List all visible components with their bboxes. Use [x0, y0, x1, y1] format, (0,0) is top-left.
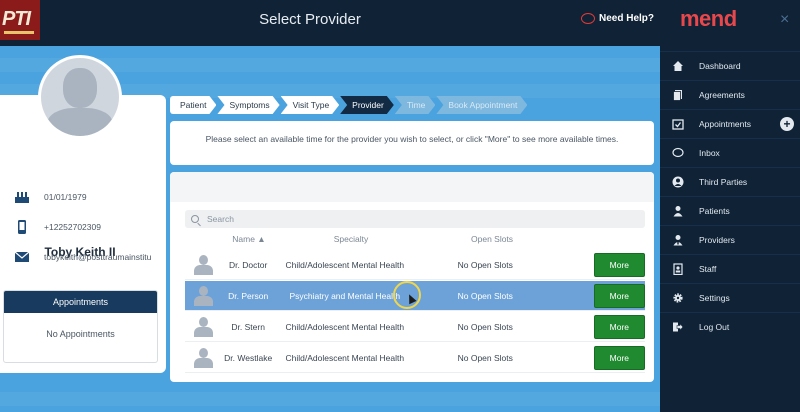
provider-open-slots: No Open Slots [457, 321, 513, 332]
table-row[interactable]: Dr. Westlake Child/Adolescent Mental Hea… [185, 343, 645, 373]
provider-avatar-icon [191, 285, 221, 307]
step-patient[interactable]: Patient [170, 96, 216, 114]
need-help-link[interactable]: Need Help? [581, 13, 654, 24]
nav-item-log-out[interactable]: Log Out [660, 312, 800, 340]
column-header-name[interactable]: Name ▲ [221, 234, 277, 248]
birthdate-row: 01/01/1979 [14, 190, 87, 204]
search-bar[interactable] [185, 210, 645, 228]
provider-open-slots: No Open Slots [457, 259, 513, 270]
table-header-strip [170, 172, 654, 202]
column-header-specialty[interactable]: Specialty [281, 234, 421, 248]
avatar-head [63, 68, 97, 108]
nav-item-staff[interactable]: Staff [660, 254, 800, 282]
booking-steps: Patient Symptoms Visit Type Provider Tim… [170, 96, 528, 114]
logo-underline [4, 31, 34, 34]
provider-avatar-icon [191, 347, 221, 369]
person-circle-icon [672, 176, 684, 188]
nav-item-label: Dashboard [699, 60, 741, 71]
nav-item-settings[interactable]: Settings [660, 283, 800, 311]
badge-icon [672, 262, 684, 275]
avatar-silhouette [41, 58, 119, 136]
person-icon [672, 205, 684, 217]
appointments-box: Appointments No Appointments [3, 290, 158, 363]
nav-item-providers[interactable]: Providers [660, 225, 800, 253]
instructions-text: Please select an available time for the … [205, 134, 619, 144]
nav-item-patients[interactable]: Patients [660, 196, 800, 224]
provider-name: Dr. Doctor [229, 259, 268, 270]
nav-item-label: Log Out [699, 321, 730, 332]
brand-logo[interactable]: mend [680, 6, 737, 32]
phone-row: +12252702309 [14, 220, 101, 234]
provider-table-card: Name ▲ Specialty Open Slots Dr. Doctor C… [170, 172, 654, 382]
provider-avatar-icon [191, 254, 221, 276]
email-value: tobykeith@posttraumainstitu [44, 252, 152, 262]
appointments-empty-text: No Appointments [46, 329, 115, 339]
more-button[interactable]: More [593, 283, 645, 308]
nav-item-label: Third Parties [699, 176, 748, 187]
nav-item-label: Appointments [699, 118, 751, 129]
doctor-icon [672, 234, 684, 246]
nav-item-label: Staff [699, 263, 717, 274]
more-button[interactable]: More [593, 252, 645, 277]
search-input[interactable] [207, 214, 607, 224]
provider-specialty: Child/Adolescent Mental Health [285, 259, 405, 270]
birthday-cake-icon [14, 190, 30, 204]
nav-item-label: Providers [699, 234, 735, 245]
background-stripe [0, 392, 660, 406]
nav-item-label: Agreements [699, 89, 745, 100]
more-button[interactable]: More [593, 345, 645, 370]
step-book-appointment: Book Appointment [436, 96, 527, 114]
provider-specialty: Child/Adolescent Mental Health [285, 321, 405, 332]
chat-bubble-icon [672, 147, 684, 159]
table-row[interactable]: Dr. Stern Child/Adolescent Mental Health… [185, 312, 645, 342]
instructions-card: Please select an available time for the … [170, 121, 654, 165]
step-time: Time [395, 96, 436, 114]
need-help-label: Need Help? [599, 13, 655, 24]
mobile-phone-icon [14, 220, 30, 234]
nav-item-dashboard[interactable]: Dashboard [660, 51, 800, 79]
top-bar: PTI Select Provider Need Help? [0, 0, 660, 46]
logout-icon [672, 321, 684, 333]
email-row: tobykeith@posttraumainstitu [14, 250, 151, 264]
table-row[interactable]: Dr. Doctor Child/Adolescent Mental Healt… [185, 250, 645, 280]
nav-item-inbox[interactable]: Inbox [660, 138, 800, 166]
nav-item-label: Inbox [699, 147, 720, 158]
nav-item-label: Settings [699, 292, 730, 303]
gear-icon [672, 292, 684, 304]
nav-item-agreements[interactable]: Agreements [660, 80, 800, 108]
provider-specialty: Child/Adolescent Mental Health [285, 352, 405, 363]
step-provider[interactable]: Provider [340, 96, 394, 114]
phone-value: +12252702309 [44, 222, 101, 232]
provider-name: Dr. Person [228, 290, 269, 301]
home-icon [672, 60, 684, 72]
header-spacer [185, 234, 221, 248]
provider-name: Dr. Stern [231, 321, 265, 332]
more-button[interactable]: More [593, 314, 645, 339]
provider-avatar-icon [191, 316, 221, 338]
calendar-check-icon [672, 118, 684, 130]
provider-open-slots: No Open Slots [457, 352, 513, 363]
table-column-headers: Name ▲ Specialty Open Slots [185, 234, 645, 248]
nav-item-appointments[interactable]: Appointments + [660, 109, 800, 137]
step-visit-type[interactable]: Visit Type [281, 96, 340, 114]
nav-item-label: Patients [699, 205, 730, 216]
avatar-shoulders [47, 108, 113, 136]
patient-avatar [38, 55, 122, 139]
page-title: Select Provider [259, 11, 361, 28]
search-icon [191, 215, 199, 223]
step-symptoms[interactable]: Symptoms [217, 96, 279, 114]
provider-name: Dr. Westlake [224, 352, 273, 363]
side-navigation: mend × Dashboard Agreements Appointments… [660, 0, 800, 412]
chat-bubble-icon [581, 13, 595, 24]
column-header-open-slots[interactable]: Open Slots [471, 234, 616, 248]
birthdate-value: 01/01/1979 [44, 192, 87, 202]
appointments-header: Appointments [4, 291, 157, 313]
close-icon[interactable]: × [780, 11, 789, 29]
documents-icon [672, 89, 684, 101]
nav-item-third-parties[interactable]: Third Parties [660, 167, 800, 195]
add-appointment-button[interactable]: + [780, 116, 794, 131]
envelope-icon [14, 250, 30, 264]
provider-open-slots: No Open Slots [457, 290, 513, 301]
